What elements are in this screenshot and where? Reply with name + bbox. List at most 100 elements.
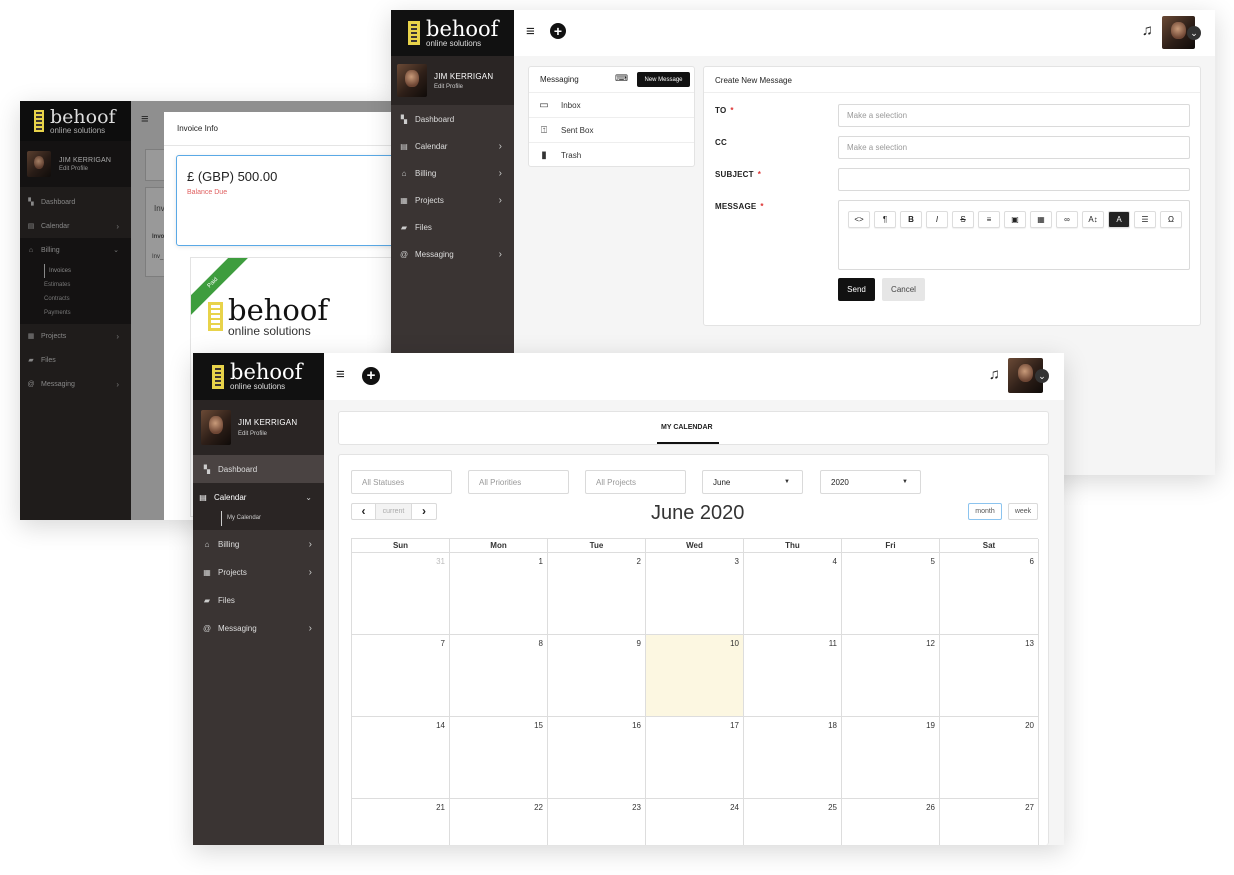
calendar-day-cell[interactable]: 1	[450, 553, 548, 635]
project-filter[interactable]: All Projects	[585, 470, 686, 494]
edit-profile-link[interactable]: Edit Profile	[434, 84, 493, 90]
calendar-day-cell[interactable]: 8	[450, 635, 548, 717]
calendar-day-cell[interactable]: 12	[842, 635, 940, 717]
calendar-day-cell[interactable]: 3	[646, 553, 744, 635]
edit-profile-link[interactable]: Edit Profile	[59, 166, 111, 172]
nav-files[interactable]: ▰ Files	[193, 586, 324, 614]
menu-icon[interactable]: ≡	[336, 366, 345, 383]
list-button[interactable]: ≡	[978, 211, 1000, 228]
submenu-invoices[interactable]: Invoices	[44, 264, 131, 278]
trash-item[interactable]: ▮ Trash	[529, 143, 694, 168]
nav-calendar[interactable]: ▤ Calendar ⌄	[193, 483, 324, 511]
plus-circle-icon[interactable]: +	[550, 23, 566, 39]
subject-field[interactable]	[838, 168, 1190, 191]
to-field[interactable]: Make a selection	[838, 104, 1190, 127]
menu-icon[interactable]: ≡	[526, 23, 535, 40]
next-button[interactable]: ›	[412, 504, 436, 519]
nav-dashboard[interactable]: ▚ Dashboard	[193, 455, 324, 483]
image-button[interactable]: ▣	[1004, 211, 1026, 228]
new-message-button[interactable]: New Message	[637, 72, 690, 87]
edit-profile-link[interactable]: Edit Profile	[238, 431, 297, 437]
nav-projects[interactable]: ▦ Projects ›	[391, 187, 514, 214]
bell-icon[interactable]: ♫	[1142, 22, 1153, 39]
submenu-contracts[interactable]: Contracts	[44, 292, 131, 306]
sent-box-item[interactable]: ⍐ Sent Box	[529, 118, 694, 143]
nav-projects[interactable]: ▦ Projects ›	[20, 324, 131, 348]
nav-messaging[interactable]: @ Messaging ›	[391, 241, 514, 268]
cancel-button[interactable]: Cancel	[882, 278, 925, 301]
calendar-day-cell[interactable]: 6	[940, 553, 1039, 635]
nav-calendar[interactable]: ▤ Calendar ›	[391, 133, 514, 160]
week-view-button[interactable]: week	[1008, 503, 1038, 520]
nav-messaging[interactable]: @ Messaging ›	[193, 614, 324, 642]
calendar-day-cell[interactable]: 2	[548, 553, 646, 635]
calendar-day-cell[interactable]: 7	[352, 635, 450, 717]
submenu-payments[interactable]: Payments	[44, 306, 131, 320]
tab-my-calendar[interactable]: MY CALENDAR	[661, 424, 713, 431]
month-view-button[interactable]: month	[968, 503, 1002, 520]
code-view-button[interactable]: <>	[848, 211, 870, 228]
calendar-day-cell[interactable]: 26	[842, 799, 940, 845]
paragraph-button[interactable]: ¶	[874, 211, 896, 228]
calendar-day-cell[interactable]: 19	[842, 717, 940, 799]
menu-icon[interactable]: ≡	[141, 111, 149, 126]
submenu-my-calendar[interactable]: My Calendar	[221, 511, 324, 526]
user-profile[interactable]: JIM KERRIGAN Edit Profile	[193, 400, 324, 455]
cc-field[interactable]: Make a selection	[838, 136, 1190, 159]
submenu-estimates[interactable]: Estimates	[44, 278, 131, 292]
inbox-item[interactable]: ▭ Inbox	[529, 93, 694, 118]
keyboard-icon[interactable]: ⌨	[615, 73, 628, 84]
calendar-day-cell[interactable]: 11	[744, 635, 842, 717]
nav-dashboard[interactable]: ▚ Dashboard	[391, 106, 514, 133]
current-button[interactable]: current	[376, 504, 412, 519]
calendar-day-cell[interactable]: 27	[940, 799, 1039, 845]
bold-button[interactable]: B	[900, 211, 922, 228]
nav-billing[interactable]: ⌂ Billing ›	[391, 160, 514, 187]
status-filter[interactable]: All Statuses	[351, 470, 452, 494]
message-editor[interactable]: <> ¶ B I S ≡ ▣ ▦ ∞ A↕ A ☰ Ω	[838, 200, 1190, 270]
calendar-day-cell[interactable]: 23	[548, 799, 646, 845]
font-color-button[interactable]: A	[1108, 211, 1130, 228]
nav-files[interactable]: ▰ Files	[20, 348, 131, 372]
priority-filter[interactable]: All Priorities	[468, 470, 569, 494]
calendar-day-cell[interactable]: 17	[646, 717, 744, 799]
nav-billing[interactable]: ⌂ Billing ⌄	[20, 238, 131, 262]
calendar-day-cell[interactable]: 18	[744, 717, 842, 799]
table-button[interactable]: ▦	[1030, 211, 1052, 228]
calendar-day-cell[interactable]: 25	[744, 799, 842, 845]
bell-icon[interactable]: ♫	[989, 366, 1000, 383]
calendar-day-cell[interactable]: 15	[450, 717, 548, 799]
user-menu[interactable]: ⌄	[1008, 358, 1049, 393]
calendar-day-cell[interactable]: 24	[646, 799, 744, 845]
calendar-day-cell[interactable]: 10	[646, 635, 744, 717]
nav-projects[interactable]: ▦ Projects ›	[193, 558, 324, 586]
calendar-day-cell[interactable]: 5	[842, 553, 940, 635]
calendar-day-cell[interactable]: 31	[352, 553, 450, 635]
calendar-day-cell[interactable]: 16	[548, 717, 646, 799]
nav-messaging[interactable]: @ Messaging ›	[20, 372, 131, 396]
year-select[interactable]: 2020 ▼	[820, 470, 921, 494]
calendar-day-cell[interactable]: 22	[450, 799, 548, 845]
calendar-day-cell[interactable]: 21	[352, 799, 450, 845]
user-menu[interactable]: ⌄	[1162, 16, 1201, 49]
nav-calendar[interactable]: ▤ Calendar ›	[20, 214, 131, 238]
calendar-day-cell[interactable]: 9	[548, 635, 646, 717]
italic-button[interactable]: I	[926, 211, 948, 228]
font-size-button[interactable]: A↕	[1082, 211, 1104, 228]
nav-files[interactable]: ▰ Files	[391, 214, 514, 241]
prev-button[interactable]: ‹	[352, 504, 376, 519]
send-button[interactable]: Send	[838, 278, 875, 301]
calendar-day-cell[interactable]: 14	[352, 717, 450, 799]
calendar-day-cell[interactable]: 4	[744, 553, 842, 635]
plus-circle-icon[interactable]: +	[362, 367, 380, 385]
align-button[interactable]: ☰	[1134, 211, 1156, 228]
user-profile[interactable]: JIM KERRIGAN Edit Profile	[391, 56, 514, 105]
strikethrough-button[interactable]: S	[952, 211, 974, 228]
special-char-button[interactable]: Ω	[1160, 211, 1182, 228]
calendar-day-cell[interactable]: 13	[940, 635, 1039, 717]
nav-billing[interactable]: ⌂ Billing ›	[193, 530, 324, 558]
month-select[interactable]: June ▼	[702, 470, 803, 494]
link-button[interactable]: ∞	[1056, 211, 1078, 228]
calendar-day-cell[interactable]: 20	[940, 717, 1039, 799]
nav-dashboard[interactable]: ▚ Dashboard	[20, 190, 131, 214]
